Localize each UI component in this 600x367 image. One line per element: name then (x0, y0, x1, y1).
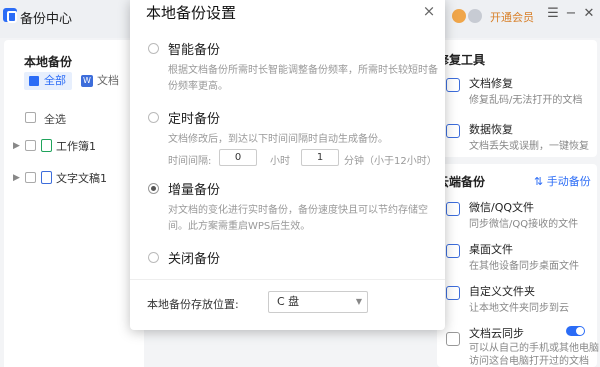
backup-location-label: 本地备份存放位置: (147, 298, 239, 311)
desktop-files-item[interactable]: 桌面文件 (469, 241, 513, 257)
local-backup-settings-dialog: 本地备份设置 × 智能备份 根据文档备份所需时长智能调整备份频率，所需时长较短时… (130, 0, 445, 330)
incremental-backup-radio[interactable] (148, 183, 159, 194)
smart-backup-label[interactable]: 智能备份 (168, 39, 220, 58)
spreadsheet-file-icon (41, 139, 52, 152)
file-checkbox[interactable] (25, 172, 36, 183)
desktop-files-desc: 在其他设备同步桌面文件 (469, 261, 579, 272)
file-name[interactable]: 工作簿1 (56, 138, 96, 154)
minutes-unit: 分钟（小于12小时） (344, 156, 437, 167)
disable-backup-label[interactable]: 关闭备份 (168, 248, 220, 267)
data-recovery-link[interactable]: 数据恢复 (469, 121, 513, 137)
backup-location-value: C 盘 (277, 295, 300, 308)
dialog-title: 本地备份设置 (146, 4, 237, 22)
tab-all[interactable]: 全部 (24, 72, 72, 90)
desktop-icon (446, 244, 460, 258)
open-vip-link[interactable]: 开通会员 (490, 9, 534, 25)
expand-caret-icon[interactable]: ▶ (13, 141, 20, 151)
user-avatar[interactable] (452, 9, 466, 23)
app-title: 备份中心 (20, 12, 73, 27)
scheduled-backup-label[interactable]: 定时备份 (168, 108, 220, 127)
local-backup-panel: 本地备份 全部 W 文档 全选 ▶ 工作簿1 ▶ 文字文稿1 (4, 40, 144, 367)
manual-backup-button[interactable]: ⇅ 手动备份 (534, 173, 591, 189)
close-window-button[interactable]: ✕ (581, 6, 597, 21)
grid-icon (29, 76, 39, 86)
tab-all-label: 全部 (44, 74, 66, 87)
file-name[interactable]: 文字文稿1 (56, 170, 107, 186)
incremental-backup-label[interactable]: 增量备份 (168, 179, 220, 198)
select-all-label: 全选 (44, 113, 66, 126)
document-file-icon (41, 171, 52, 184)
vip-icon (468, 9, 482, 23)
custom-folder-desc: 让本地文件夹同步到云 (469, 303, 569, 314)
incremental-backup-desc: 对文档的变化进行实时备份，备份速度快且可以节约存储空间。此方案需重启WPS后生效… (168, 205, 428, 232)
document-repair-desc: 修复乱码/无法打开的文档 (469, 95, 583, 106)
menu-icon[interactable]: ☰ (545, 6, 561, 21)
document-repair-link[interactable]: 文档修复 (469, 75, 513, 91)
file-checkbox[interactable] (25, 140, 36, 151)
doc-cloud-sync-desc-2: 访问这台电脑打开过的文档 (469, 356, 589, 367)
backup-center-logo-icon (3, 8, 17, 23)
hours-unit: 小时 (270, 156, 290, 167)
doc-cloud-sync-toggle[interactable] (566, 326, 585, 336)
tab-documents-label: 文档 (97, 74, 119, 87)
smart-backup-radio[interactable] (148, 43, 159, 54)
scheduled-backup-desc: 文档修改后，到达以下时间间隔时自动生成备份。 (168, 134, 388, 145)
local-backup-title: 本地备份 (24, 55, 73, 69)
disable-backup-radio[interactable] (148, 252, 159, 263)
cloud-backup-panel: 云端备份 ⇅ 手动备份 微信/QQ文件 同步微信/QQ接收的文件 桌面文件 在其… (437, 164, 599, 367)
wechat-qq-icon (446, 202, 460, 216)
hours-input[interactable]: 0 (219, 149, 257, 166)
close-icon[interactable]: × (420, 2, 438, 20)
document-repair-icon (446, 78, 460, 92)
tab-documents[interactable]: W 文档 (81, 72, 119, 90)
data-recovery-desc: 文档丢失或误删，一键恢复 (469, 141, 589, 152)
custom-folder-item[interactable]: 自定义文件夹 (469, 283, 535, 299)
minimize-button[interactable]: − (563, 6, 579, 21)
wechat-qq-item[interactable]: 微信/QQ文件 (469, 199, 534, 215)
wechat-qq-desc: 同步微信/QQ接收的文件 (469, 219, 579, 230)
folder-icon (446, 286, 460, 300)
minutes-input[interactable]: 1 (301, 149, 339, 166)
select-all-checkbox[interactable] (25, 112, 36, 123)
data-recovery-icon (446, 124, 460, 138)
interval-label: 时间间隔: (168, 156, 212, 167)
backup-location-select[interactable]: C 盘 ▼ (268, 291, 368, 313)
divider (130, 279, 445, 280)
scheduled-backup-radio[interactable] (148, 112, 159, 123)
smart-backup-desc: 根据文档备份所需时长智能调整备份频率，所需时长较短时备份频率更高。 (168, 65, 438, 92)
manual-backup-label: 手动备份 (546, 175, 591, 188)
cloud-sync-icon (446, 332, 460, 346)
expand-caret-icon[interactable]: ▶ (13, 173, 20, 183)
repair-tools-panel: 修复工具 文档修复 修复乱码/无法打开的文档 数据恢复 文档丢失或误删，一键恢复 (437, 40, 597, 157)
word-doc-icon: W (81, 75, 93, 87)
chevron-down-icon: ▼ (355, 297, 362, 306)
